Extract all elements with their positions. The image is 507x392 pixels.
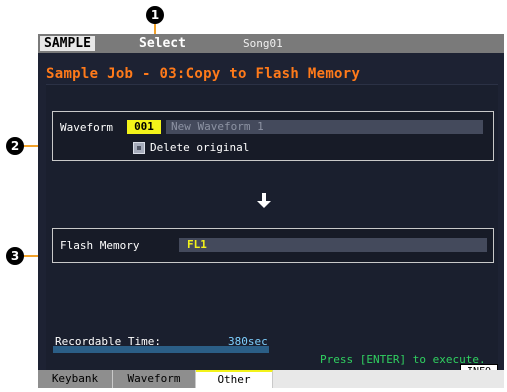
submode-label: Select [139,36,186,51]
recordable-time-bar [53,346,269,353]
waveform-section: Waveform 001 New Waveform 1 Delete origi… [52,111,494,161]
flash-memory-label: Flash Memory [60,239,140,252]
flash-memory-section: Flash Memory FL1 [52,228,494,263]
down-arrow-icon [257,193,271,208]
synth-screen: SAMPLE Select Song01 Sample Job - 03:Cop… [38,34,504,388]
mode-label: SAMPLE [40,36,95,51]
page-title: Sample Job - 03:Copy to Flash Memory [46,66,361,82]
waveform-label: Waveform [60,121,113,134]
callout-1-badge: 1 [146,6,164,24]
waveform-number-field[interactable]: 001 [127,120,161,134]
recordable-time-bar-fill [53,346,269,353]
title-bar: SAMPLE Select Song01 [38,34,504,53]
callout-2-badge: 2 [6,137,24,155]
flash-memory-field[interactable]: FL1 [179,238,487,252]
tab-other[interactable]: Other [196,370,273,388]
job-panel: Sample Job - 03:Copy to Flash Memory Wav… [38,53,504,380]
delete-original-label: Delete original [150,141,250,154]
job-content: Waveform 001 New Waveform 1 Delete origi… [46,84,498,371]
tab-bar: Keybank Waveform Other [38,370,504,388]
callout-3-badge: 3 [6,247,24,265]
song-name: Song01 [243,37,283,50]
delete-original-checkbox[interactable] [133,142,145,154]
tab-keybank[interactable]: Keybank [38,370,113,388]
waveform-name-field: New Waveform 1 [166,120,483,134]
tab-waveform[interactable]: Waveform [113,370,196,388]
